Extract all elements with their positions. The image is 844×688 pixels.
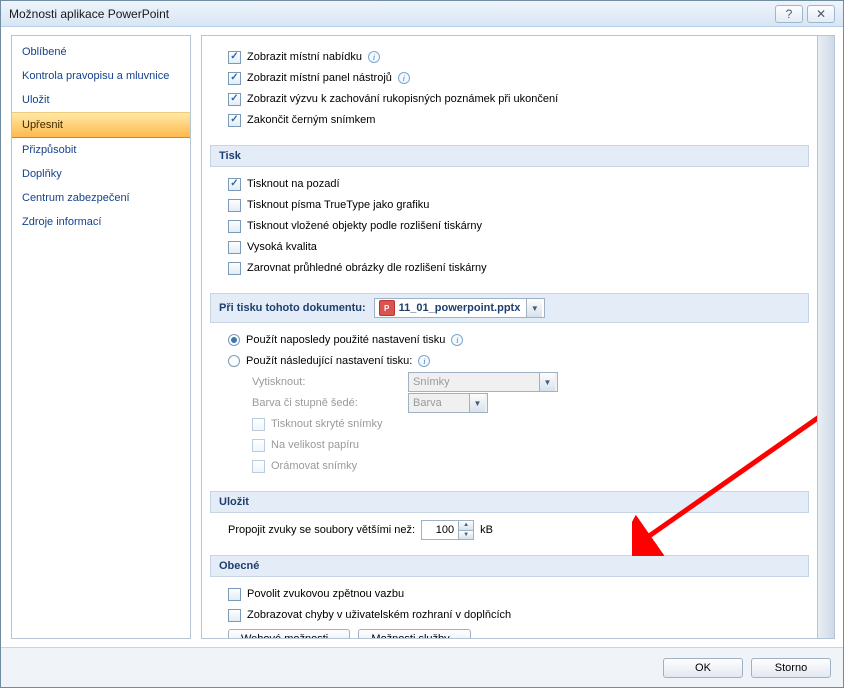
label-high-quality: Vysoká kvalita bbox=[247, 241, 317, 253]
options-dialog: Možnosti aplikace PowerPoint ? ✕ Oblíben… bbox=[0, 0, 844, 688]
info-icon[interactable] bbox=[418, 355, 430, 367]
info-icon[interactable] bbox=[368, 51, 380, 63]
section-doc-label: Při tisku tohoto dokumentu: bbox=[219, 302, 366, 314]
category-sidebar: Oblíbené Kontrola pravopisu a mluvnice U… bbox=[11, 35, 191, 639]
sidebar-item-addins[interactable]: Doplňky bbox=[12, 162, 190, 186]
service-options-button[interactable]: Možnosti služby... bbox=[358, 629, 471, 638]
window-title: Možnosti aplikace PowerPoint bbox=[9, 7, 771, 21]
radio-use-recent[interactable] bbox=[228, 334, 240, 346]
content-panel: Zobrazit místní nabídku Zobrazit místní … bbox=[201, 35, 835, 639]
sidebar-item-advanced[interactable]: Upřesnit bbox=[12, 112, 190, 138]
checkbox-print-background[interactable] bbox=[228, 178, 241, 191]
print-what-dropdown: Snímky ▼ bbox=[408, 372, 558, 392]
label-align-transparent: Zarovnat průhledné obrázky dle rozlišení… bbox=[247, 262, 487, 274]
label-use-recent: Použít naposledy použité nastavení tisku bbox=[246, 334, 445, 346]
content-scroll: Zobrazit místní nabídku Zobrazit místní … bbox=[202, 36, 817, 638]
label-print-background: Tisknout na pozadí bbox=[247, 178, 340, 190]
checkbox-show-toolbar[interactable] bbox=[228, 72, 241, 85]
checkbox-end-black[interactable] bbox=[228, 114, 241, 127]
label-kb-unit: kB bbox=[480, 524, 493, 536]
label-print-truetype: Tisknout písma TrueType jako grafiku bbox=[247, 199, 429, 211]
chevron-down-icon: ▼ bbox=[526, 299, 542, 317]
label-use-following: Použít následující nastavení tisku: bbox=[246, 355, 412, 367]
document-dropdown[interactable]: P 11_01_powerpoint.pptx ▼ bbox=[374, 298, 546, 318]
close-button[interactable]: ✕ bbox=[807, 5, 835, 23]
checkbox-high-quality[interactable] bbox=[228, 241, 241, 254]
titlebar: Možnosti aplikace PowerPoint ? ✕ bbox=[1, 1, 843, 27]
sidebar-item-resources[interactable]: Zdroje informací bbox=[12, 210, 190, 234]
checkbox-frame-slides bbox=[252, 460, 265, 473]
label-show-context-menu: Zobrazit místní nabídku bbox=[247, 51, 362, 63]
print-what-value: Snímky bbox=[413, 376, 450, 388]
section-save-head: Uložit bbox=[210, 491, 809, 513]
chevron-down-icon: ▼ bbox=[469, 394, 485, 412]
cancel-button[interactable]: Storno bbox=[751, 658, 831, 678]
checkbox-prompt-ink[interactable] bbox=[228, 93, 241, 106]
powerpoint-file-icon: P bbox=[379, 300, 395, 316]
checkbox-print-truetype[interactable] bbox=[228, 199, 241, 212]
label-frame-slides: Orámovat snímky bbox=[271, 460, 357, 472]
section-print-head: Tisk bbox=[210, 145, 809, 167]
label-show-addin-errors: Zobrazovat chyby v uživatelském rozhraní… bbox=[247, 609, 511, 621]
label-sound-feedback: Povolit zvukovou zpětnou vazbu bbox=[247, 588, 404, 600]
label-print-hidden: Tisknout skryté snímky bbox=[271, 418, 382, 430]
info-icon[interactable] bbox=[451, 334, 463, 346]
section-general-head: Obecné bbox=[210, 555, 809, 577]
sidebar-item-trust[interactable]: Centrum zabezpečení bbox=[12, 186, 190, 210]
spinner-down-icon[interactable]: ▼ bbox=[459, 531, 473, 540]
checkbox-print-inserted[interactable] bbox=[228, 220, 241, 233]
label-prompt-ink: Zobrazit výzvu k zachování rukopisných p… bbox=[247, 93, 558, 105]
ok-button[interactable]: OK bbox=[663, 658, 743, 678]
document-dropdown-value: 11_01_powerpoint.pptx bbox=[399, 302, 521, 314]
color-gray-value: Barva bbox=[413, 397, 442, 409]
checkbox-print-hidden bbox=[252, 418, 265, 431]
label-show-toolbar: Zobrazit místní panel nástrojů bbox=[247, 72, 392, 84]
checkbox-scale-paper bbox=[252, 439, 265, 452]
sidebar-item-customize[interactable]: Přizpůsobit bbox=[12, 138, 190, 162]
link-sounds-spinner[interactable]: ▲ ▼ bbox=[421, 520, 474, 540]
dialog-footer: OK Storno bbox=[1, 647, 843, 687]
link-sounds-input[interactable] bbox=[422, 521, 458, 539]
checkbox-sound-feedback[interactable] bbox=[228, 588, 241, 601]
checkbox-show-context-menu[interactable] bbox=[228, 51, 241, 64]
checkbox-show-addin-errors[interactable] bbox=[228, 609, 241, 622]
label-print-inserted: Tisknout vložené objekty podle rozlišení… bbox=[247, 220, 482, 232]
label-color-gray: Barva či stupně šedé: bbox=[252, 397, 402, 409]
radio-use-following[interactable] bbox=[228, 355, 240, 367]
label-link-sounds: Propojit zvuky se soubory většími než: bbox=[228, 524, 415, 536]
web-options-button[interactable]: Webové možnosti... bbox=[228, 629, 350, 638]
spinner-up-icon[interactable]: ▲ bbox=[459, 521, 473, 531]
label-end-black: Zakončit černým snímkem bbox=[247, 114, 375, 126]
checkbox-align-transparent[interactable] bbox=[228, 262, 241, 275]
sidebar-item-favorites[interactable]: Oblíbené bbox=[12, 40, 190, 64]
sidebar-item-proofing[interactable]: Kontrola pravopisu a mluvnice bbox=[12, 64, 190, 88]
vertical-scrollbar[interactable] bbox=[817, 36, 834, 638]
section-doc-head: Při tisku tohoto dokumentu: P 11_01_powe… bbox=[210, 293, 809, 323]
color-gray-dropdown: Barva ▼ bbox=[408, 393, 488, 413]
sidebar-item-save[interactable]: Uložit bbox=[12, 88, 190, 112]
chevron-down-icon: ▼ bbox=[539, 373, 555, 391]
info-icon[interactable] bbox=[398, 72, 410, 84]
help-button[interactable]: ? bbox=[775, 5, 803, 23]
label-scale-paper: Na velikost papíru bbox=[271, 439, 359, 451]
label-print-what: Vytisknout: bbox=[252, 376, 402, 388]
